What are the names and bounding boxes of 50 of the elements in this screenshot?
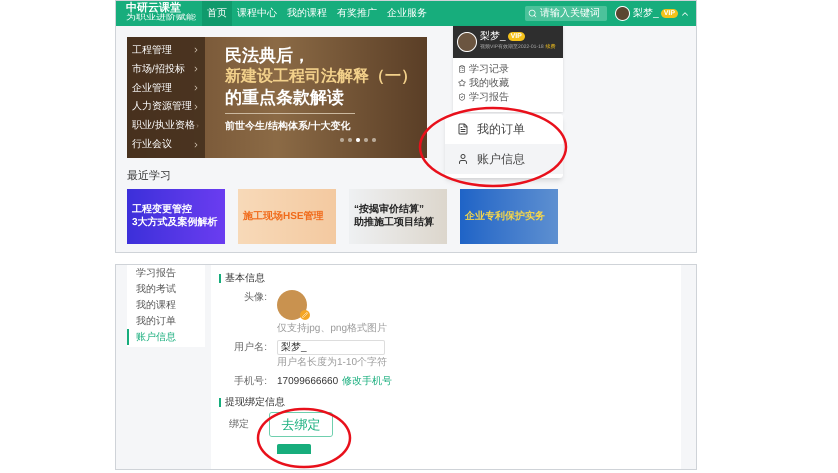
banner-headline: 新建设工程司法解释（一） [225, 66, 418, 87]
category-item[interactable]: 行业会议 [127, 137, 205, 152]
course-card[interactable]: 工程变更管控 3大方式及案例解析 [127, 188, 225, 244]
chevron-right-icon [192, 65, 200, 74]
menu-item[interactable]: 我的订单 [445, 114, 563, 144]
banner-subtitle: 前世今生/结构体系/十大变化 [225, 119, 352, 134]
nav-link[interactable]: 首页 [202, 1, 232, 26]
user-name: 梨梦_ [480, 31, 506, 42]
category-item[interactable]: 工程管理 [127, 42, 205, 58]
sidebar-item[interactable]: 我的订单 [127, 313, 205, 329]
avatar [457, 32, 477, 52]
category-item[interactable]: 职业/执业资格 [127, 118, 205, 134]
field-label: 头像: [243, 290, 267, 305]
sidebar-item[interactable]: 我的课程 [127, 297, 205, 313]
menu-item[interactable]: 账户信息 [445, 144, 563, 174]
field-label: 手机号: [233, 374, 267, 389]
search-field[interactable]: 请输入关键词 [525, 6, 608, 21]
avatar-hint: 仅支持jpg、png格式图片 [277, 322, 388, 336]
menu-item[interactable]: 学习报告 [453, 90, 563, 104]
category-item[interactable]: 人力资源管理 [127, 99, 205, 114]
chevron-right-icon [192, 46, 200, 54]
edit-badge[interactable] [300, 310, 310, 320]
star-icon [458, 79, 466, 87]
chevron-right-icon [194, 122, 200, 130]
user-icon [457, 153, 469, 165]
shield-icon [458, 93, 466, 101]
section-title: 基本信息 [225, 272, 265, 286]
field-label: 绑定 [228, 418, 249, 432]
phone-number: 17099666660 [277, 375, 338, 389]
sidebar-item[interactable]: 学习报告 [127, 265, 205, 281]
field-label: 用户名: [233, 340, 267, 355]
category-item[interactable]: 企业管理 [127, 80, 205, 96]
search-icon [528, 9, 538, 18]
banner-headline: 的重点条款解读 [225, 87, 345, 108]
logo-title: 中研云课堂 [126, 3, 181, 14]
username-field[interactable]: 梨梦_ [277, 340, 385, 355]
section-title: 提现绑定信息 [225, 396, 285, 410]
sidebar-item[interactable]: 我的考试 [127, 281, 205, 297]
avatar[interactable] [615, 6, 630, 21]
course-card[interactable]: “按揭审价结算” 助推施工项目结算 [349, 188, 447, 244]
chevron-right-icon [192, 84, 200, 92]
menu-item[interactable]: 我的收藏 [453, 76, 563, 90]
section-title: 最近学习 [127, 169, 171, 184]
category-item[interactable]: 市场/招投标 [127, 62, 205, 77]
banner-headline: 民法典后， [225, 45, 311, 66]
username-hint: 用户名长度为1-10个字符 [277, 356, 388, 370]
chevron-right-icon [192, 140, 200, 149]
avatar-photo-placeholder[interactable] [277, 290, 307, 320]
menu-item[interactable]: 学习记录 [453, 62, 563, 76]
chevron-right-icon [192, 102, 200, 111]
